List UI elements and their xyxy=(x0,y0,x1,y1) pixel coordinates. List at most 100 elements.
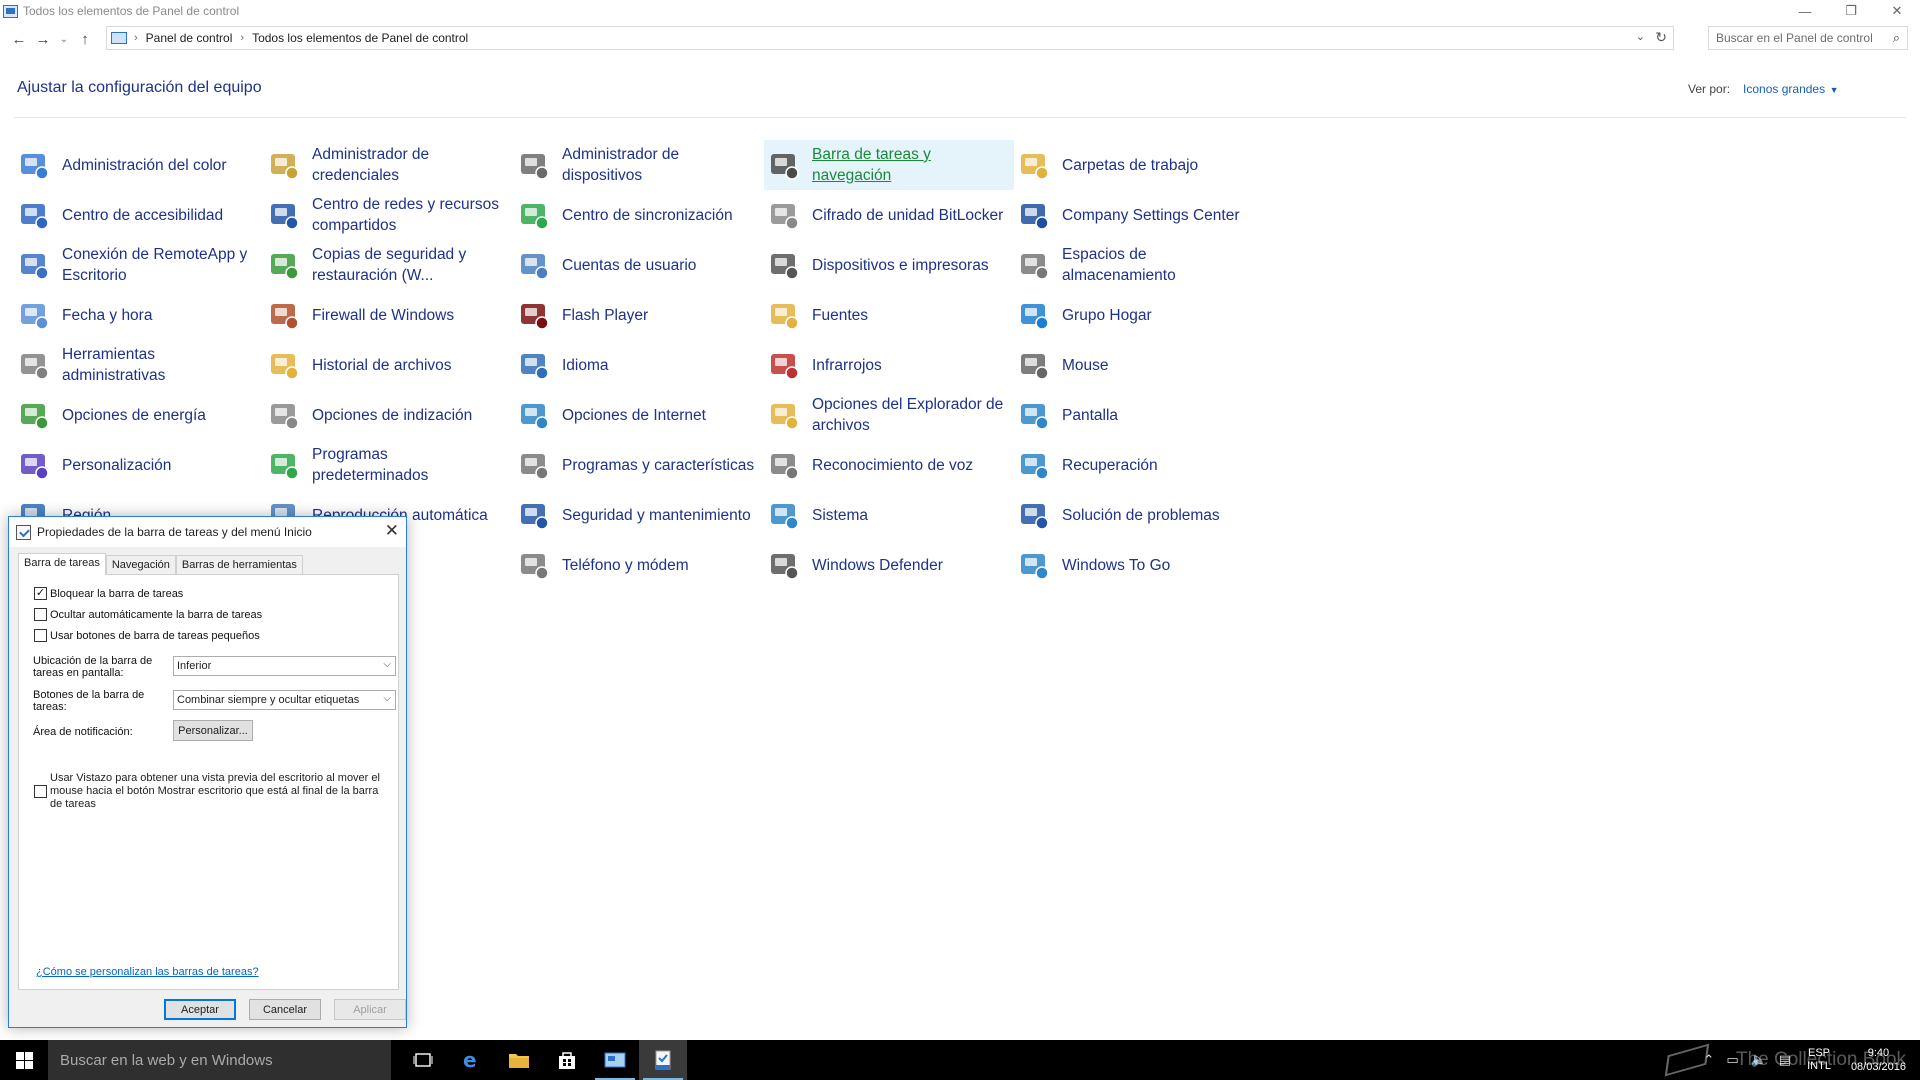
apply-button[interactable]: Aplicar xyxy=(334,999,406,1020)
auto-hide-checkbox[interactable]: Ocultar automáticamente la barra de tare… xyxy=(34,608,262,621)
control-panel-item-label[interactable]: Programas predeterminados xyxy=(312,444,508,486)
control-panel-item[interactable]: Opciones de Internet xyxy=(514,390,764,440)
control-panel-item-label[interactable]: Firewall de Windows xyxy=(312,305,454,326)
control-panel-item[interactable]: Dispositivos e impresoras xyxy=(764,240,1014,290)
control-panel-item-label[interactable]: Opciones de Internet xyxy=(562,405,706,426)
control-panel-item[interactable]: Sistema xyxy=(764,490,1014,540)
control-panel-item[interactable]: Grupo Hogar xyxy=(1014,290,1264,340)
volume-icon[interactable]: 🔈 xyxy=(1751,1052,1767,1068)
tab-toolbars[interactable]: Barras de herramientas xyxy=(175,555,303,574)
control-panel-item[interactable]: Administrador de credenciales xyxy=(264,140,514,190)
close-button[interactable]: ✕ xyxy=(1874,0,1920,22)
control-panel-item[interactable]: Administrador de dispositivos xyxy=(514,140,764,190)
control-panel-item-label[interactable]: Dispositivos e impresoras xyxy=(812,255,989,276)
control-panel-item[interactable]: Seguridad y mantenimiento xyxy=(514,490,764,540)
checkbox-label[interactable]: Usar botones de barra de tareas pequeños xyxy=(50,630,260,642)
up-button[interactable]: ↑ xyxy=(73,27,97,51)
breadcrumb-separator[interactable]: › xyxy=(240,32,244,44)
control-panel-item-label[interactable]: Opciones de indización xyxy=(312,405,472,426)
control-panel-item-label[interactable]: Flash Player xyxy=(562,305,648,326)
task-view-button[interactable] xyxy=(399,1040,447,1080)
control-panel-item-label[interactable]: Copias de seguridad y restauración (W... xyxy=(312,244,508,286)
control-panel-item[interactable]: Cifrado de unidad BitLocker xyxy=(764,190,1014,240)
customize-button[interactable]: Personalizar... xyxy=(173,720,253,741)
control-panel-item-label[interactable]: Mouse xyxy=(1062,355,1109,376)
breadcrumb-control-panel[interactable]: Panel de control xyxy=(146,31,233,45)
checkbox-box[interactable] xyxy=(34,629,47,642)
breadcrumb-all-items[interactable]: Todos los elementos de Panel de control xyxy=(252,31,468,45)
control-panel-item[interactable]: Personalización xyxy=(14,440,264,490)
control-panel-item[interactable]: Firewall de Windows xyxy=(264,290,514,340)
small-buttons-checkbox[interactable]: Usar botones de barra de tareas pequeños xyxy=(34,629,260,642)
control-panel-item-label[interactable]: Pantalla xyxy=(1062,405,1118,426)
control-panel-item-label[interactable]: Centro de redes y recursos compartidos xyxy=(312,194,508,236)
control-panel-item-label[interactable]: Centro de accesibilidad xyxy=(62,205,223,226)
view-by-dropdown[interactable]: Iconos grandes ▼ xyxy=(1743,82,1838,96)
control-panel-item-label[interactable]: Programas y características xyxy=(562,455,754,476)
control-panel-item-label[interactable]: Windows Defender xyxy=(812,555,943,576)
control-panel-item-label[interactable]: Espacios de almacenamiento xyxy=(1062,244,1258,286)
control-panel-item[interactable]: Recuperación xyxy=(1014,440,1264,490)
control-panel-item-label[interactable]: Opciones de energía xyxy=(62,405,206,426)
checkbox-label[interactable]: Ocultar automáticamente la barra de tare… xyxy=(50,609,262,621)
control-panel-item[interactable]: Infrarrojos xyxy=(764,340,1014,390)
control-panel-item[interactable]: Opciones de indización xyxy=(264,390,514,440)
minimize-button[interactable]: — xyxy=(1782,0,1828,22)
control-panel-item[interactable]: Windows Defender xyxy=(764,540,1014,590)
control-panel-item-label[interactable]: Conexión de RemoteApp y Escritorio xyxy=(62,244,258,286)
control-panel-item-label[interactable]: Windows To Go xyxy=(1062,555,1170,576)
taskbar-search-input[interactable]: Buscar en la web y en Windows xyxy=(48,1040,391,1080)
control-panel-item-label[interactable]: Teléfono y módem xyxy=(562,555,689,576)
control-panel-item-label[interactable]: Carpetas de trabajo xyxy=(1062,155,1198,176)
control-panel-item[interactable]: Espacios de almacenamiento xyxy=(1014,240,1264,290)
show-hidden-icons-icon[interactable]: ⌃ xyxy=(1703,1052,1714,1068)
control-panel-item[interactable]: Programas predeterminados xyxy=(264,440,514,490)
control-panel-item-label[interactable]: Infrarrojos xyxy=(812,355,882,376)
control-panel-item[interactable]: Opciones de energía xyxy=(14,390,264,440)
control-panel-item-label[interactable]: Barra de tareas y navegación xyxy=(812,144,1008,186)
cancel-button[interactable]: Cancelar xyxy=(249,999,321,1020)
help-link[interactable]: ¿Cómo se personalizan las barras de tare… xyxy=(36,966,259,978)
control-panel-item-label[interactable]: Administración del color xyxy=(62,155,227,176)
control-panel-item[interactable]: Administración del color xyxy=(14,140,264,190)
control-panel-item-label[interactable]: Reconocimiento de voz xyxy=(812,455,973,476)
control-panel-item-label[interactable]: Idioma xyxy=(562,355,609,376)
address-bar[interactable]: › Panel de control › Todos los elementos… xyxy=(106,26,1674,50)
tab-navigation[interactable]: Navegación xyxy=(105,555,176,574)
checkbox-box[interactable]: ✓ xyxy=(34,587,47,600)
control-panel-item[interactable]: Cuentas de usuario xyxy=(514,240,764,290)
control-panel-item-label[interactable]: Grupo Hogar xyxy=(1062,305,1152,326)
control-panel-item-label[interactable]: Fecha y hora xyxy=(62,305,152,326)
control-panel-item-label[interactable]: Cuentas de usuario xyxy=(562,255,696,276)
restore-button[interactable]: ❐ xyxy=(1828,0,1874,22)
control-panel-item[interactable]: Programas y características xyxy=(514,440,764,490)
control-panel-item[interactable]: Teléfono y módem xyxy=(514,540,764,590)
control-panel-item-label[interactable]: Herramientas administrativas xyxy=(62,344,258,386)
search-icon[interactable]: ⌕ xyxy=(1893,30,1900,46)
start-button[interactable] xyxy=(0,1040,48,1080)
dialog-close-button[interactable]: ✕ xyxy=(385,521,399,541)
peek-checkbox[interactable]: Usar Vistazo para obtener una vista prev… xyxy=(34,772,386,811)
control-panel-item[interactable]: Centro de accesibilidad xyxy=(14,190,264,240)
control-panel-item[interactable]: Copias de seguridad y restauración (W... xyxy=(264,240,514,290)
control-panel-item-label[interactable]: Company Settings Center xyxy=(1062,205,1239,226)
checkbox-box[interactable] xyxy=(34,785,47,798)
tab-taskbar[interactable]: Barra de tareas xyxy=(18,553,106,575)
file-explorer-button[interactable] xyxy=(495,1040,543,1080)
control-panel-taskbar-button[interactable] xyxy=(591,1040,639,1080)
search-input[interactable]: Buscar en el Panel de control ⌕ xyxy=(1708,26,1908,50)
control-panel-item-label[interactable]: Fuentes xyxy=(812,305,868,326)
control-panel-item[interactable]: Windows To Go xyxy=(1014,540,1264,590)
address-dropdown-icon[interactable]: ⌄ xyxy=(1636,30,1645,43)
clock[interactable]: 9:40 08/03/2016 xyxy=(1851,1046,1906,1074)
control-panel-item[interactable]: Reconocimiento de voz xyxy=(764,440,1014,490)
recent-locations-button[interactable]: ⌄ xyxy=(55,27,73,51)
control-panel-item-label[interactable]: Administrador de credenciales xyxy=(312,144,508,186)
location-select[interactable]: Inferior ⌵ xyxy=(173,656,396,676)
buttons-select[interactable]: Combinar siempre y ocultar etiquetas ⌵ xyxy=(173,690,396,710)
control-panel-item-label[interactable]: Cifrado de unidad BitLocker xyxy=(812,205,1003,226)
action-center-icon[interactable]: ▤ xyxy=(1779,1052,1791,1068)
taskbar-properties-taskbar-button[interactable] xyxy=(639,1040,687,1080)
control-panel-item-label[interactable]: Administrador de dispositivos xyxy=(562,144,758,186)
control-panel-item-label[interactable]: Opciones del Explorador de archivos xyxy=(812,394,1008,436)
